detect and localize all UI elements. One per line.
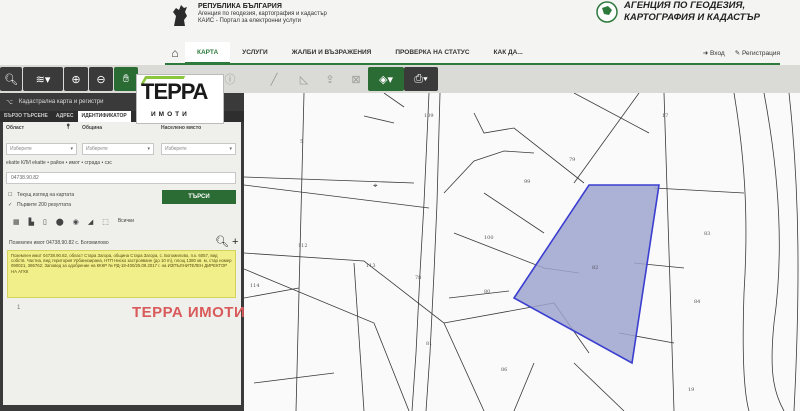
map-style-icon[interactable]: ◈▾ <box>368 67 404 91</box>
obshtina-select[interactable]: Изберете <box>82 143 154 155</box>
parcel-label: 5 <box>300 139 303 145</box>
parcel-label: 82 <box>592 265 598 271</box>
parcel-label: 84 <box>694 299 700 305</box>
naseleno-select[interactable]: Изберете <box>161 143 236 155</box>
tab-address[interactable]: АДРЕС <box>52 111 78 122</box>
upload-icon[interactable]: ⇪ <box>318 67 342 91</box>
zoom-in-icon[interactable]: ⊕ <box>64 67 88 91</box>
building-icon[interactable]: ▙ <box>29 218 34 226</box>
parcel-label: 80 <box>484 289 490 295</box>
nav-item-uslugi[interactable]: УСЛУГИ <box>230 42 280 64</box>
measure-area-icon[interactable]: ◺ <box>292 67 316 91</box>
parcel-label: 83 <box>704 231 710 237</box>
home-icon[interactable]: ⌂ <box>165 46 185 60</box>
nav-item-zhalbi[interactable]: ЖАЛБИ И ВЪЗРАЖЕНИЯ <box>280 42 384 64</box>
terra-logo: ТЕРРА ИМОТИ <box>136 74 224 124</box>
nav-item-karta[interactable]: КАРТА <box>185 42 231 64</box>
cadastre-icon: ⌥ <box>6 99 13 106</box>
search-button[interactable]: ТЪРСИ <box>162 190 236 204</box>
parcel-label: 99 <box>524 179 530 185</box>
login-link[interactable]: ➜ Вход <box>703 49 725 57</box>
cursor-icon: ⌖ <box>373 181 378 190</box>
add-icon[interactable]: + <box>232 236 238 248</box>
result-tools: ▦ ▙ ▯ ⬤ ◉ ◢ ⬚ Всички <box>13 218 134 226</box>
agency-right[interactable]: АГЕНЦИЯ ПО ГЕОДЕЗИЯ, КАРТОГРАФИЯ И КАДАС… <box>596 0 794 24</box>
parcel-label: 81 <box>426 341 432 347</box>
pin-icon: 📍︎ <box>65 124 72 130</box>
parcel-label: 113 <box>366 263 376 269</box>
measure-line-icon[interactable]: ╱ <box>262 67 286 91</box>
agency-left-line3: КАИС - Портал за електронни услуги <box>198 18 301 24</box>
parcel-label: 100 <box>484 235 494 241</box>
tab-identifier[interactable]: ИДЕНТИФИКАТОР <box>77 111 131 122</box>
watermark: ТЕРРА ИМОТИ <box>132 304 246 321</box>
oblast-select[interactable]: Изберете <box>6 143 77 155</box>
tab-quick-search[interactable]: БЪРЗО ТЪРСЕНЕ <box>0 111 52 122</box>
naseleno-label: Населено място <box>161 125 202 131</box>
parcel-label: 114 <box>250 283 260 289</box>
zoom-to-result-icon[interactable]: 🔍︎ <box>215 236 229 248</box>
agency-left-line1: РЕПУБЛИКА БЪЛГАРИЯ <box>198 3 282 10</box>
agency-left-line2: Агенция по геодезия, картография и кадас… <box>198 10 327 17</box>
nav-item-proverka[interactable]: ПРОВЕРКА НА СТАТУС <box>383 42 481 64</box>
oblast-label: Област <box>6 125 25 131</box>
register-link[interactable]: ✎ Регистрация <box>735 49 780 57</box>
page-number[interactable]: 1 <box>17 305 20 311</box>
parcel-label: 79 <box>569 157 575 163</box>
grid-icon[interactable]: ▦ <box>13 218 20 226</box>
agency-right-line2: КАРТОГРАФИЯ И КАДАСТЪР <box>624 12 760 23</box>
login-icon: ➜ <box>702 50 711 57</box>
logo-subtitle: ИМОТИ <box>151 111 190 118</box>
panel-body: Област 📍︎ Община Населено място Изберете… <box>3 122 241 405</box>
location-icon[interactable]: ⬤ <box>56 218 64 226</box>
nav-item-kak-da[interactable]: КАК ДА... <box>482 42 535 64</box>
panel-title: Кадастрална карта и регистри <box>18 99 104 105</box>
visible-only-checkbox[interactable]: ☐ <box>8 192 12 198</box>
logo-title: ТЕРРА <box>141 79 208 104</box>
parcel-map[interactable]: 109 17 5 79 99 112 113 100 83 82 78 80 8… <box>244 93 800 411</box>
map-toolbar: 🔍︎ ≋▾ ⊕ ⊖ ✋︎ ⓘ ╱ ◺ ⇪ ⊠ ◈▾ ⎙▾ <box>0 65 800 93</box>
obshtina-label: Община <box>82 125 103 131</box>
parcel-label: 109 <box>424 113 434 119</box>
parcel-label: 86 <box>501 367 507 373</box>
identifier-input[interactable]: 04738.90.82 <box>6 172 236 184</box>
ekatte-label: ekatte КЛИ ekatte • район • имот • сград… <box>6 160 112 166</box>
agency-left[interactable]: РЕПУБЛИКА БЪЛГАРИЯ Агенция по геодезия, … <box>170 2 327 28</box>
map-canvas[interactable]: 109 17 5 79 99 112 113 100 83 82 78 80 8… <box>244 93 800 411</box>
stack-icon[interactable]: ◉ <box>73 218 79 226</box>
agency-right-line1: АГЕНЦИЯ ПО ГЕОДЕЗИЯ, <box>624 0 746 11</box>
login-label: Вход <box>710 50 725 57</box>
document-icon[interactable]: ▯ <box>43 218 47 226</box>
search-icon[interactable]: 🔍︎ <box>0 67 22 91</box>
first-results-label: Първите 200 резултата <box>17 202 71 208</box>
all-label[interactable]: Всички <box>118 218 134 226</box>
clear-selection-icon[interactable]: ⊠ <box>344 67 368 91</box>
zoom-out-icon[interactable]: ⊖ <box>89 67 113 91</box>
parcel-label: 19 <box>688 387 694 393</box>
result-details[interactable]: Поземлен имот 04738.90.82, област Стара … <box>7 250 236 298</box>
visible-only-label: Текущ изглед на картата <box>17 192 75 198</box>
select-icon[interactable]: ⬚ <box>102 218 109 226</box>
globe-logo-icon <box>596 1 618 23</box>
top-header: РЕПУБЛИКА БЪЛГАРИЯ Агенция по геодезия, … <box>0 0 800 65</box>
result-title: Поземлен имот 04738.90.82 с. Богомилово <box>9 240 109 246</box>
print-icon[interactable]: ⎙▾ <box>404 67 438 91</box>
search-panel: ⌥ Кадастрална карта и регистри БЪРЗО ТЪР… <box>0 93 244 411</box>
main-nav: ⌂ КАРТА УСЛУГИ ЖАЛБИ И ВЪЗРАЖЕНИЯ ПРОВЕР… <box>165 42 780 64</box>
register-icon: ✎ <box>734 50 742 57</box>
layers-icon[interactable]: ≋▾ <box>23 67 63 91</box>
pan-hand-icon[interactable]: ✋︎ <box>114 67 138 91</box>
register-label: Регистрация <box>742 50 780 57</box>
first-results-checkbox[interactable]: ✓ <box>8 202 12 208</box>
result-actions: 🔍︎ + <box>215 235 238 248</box>
parcel-label: 112 <box>298 243 308 249</box>
parcel-label: 78 <box>415 275 421 281</box>
lion-crest-icon <box>173 5 187 26</box>
tool-icon[interactable]: ◢ <box>88 218 93 226</box>
parcel-label: 17 <box>662 113 668 119</box>
